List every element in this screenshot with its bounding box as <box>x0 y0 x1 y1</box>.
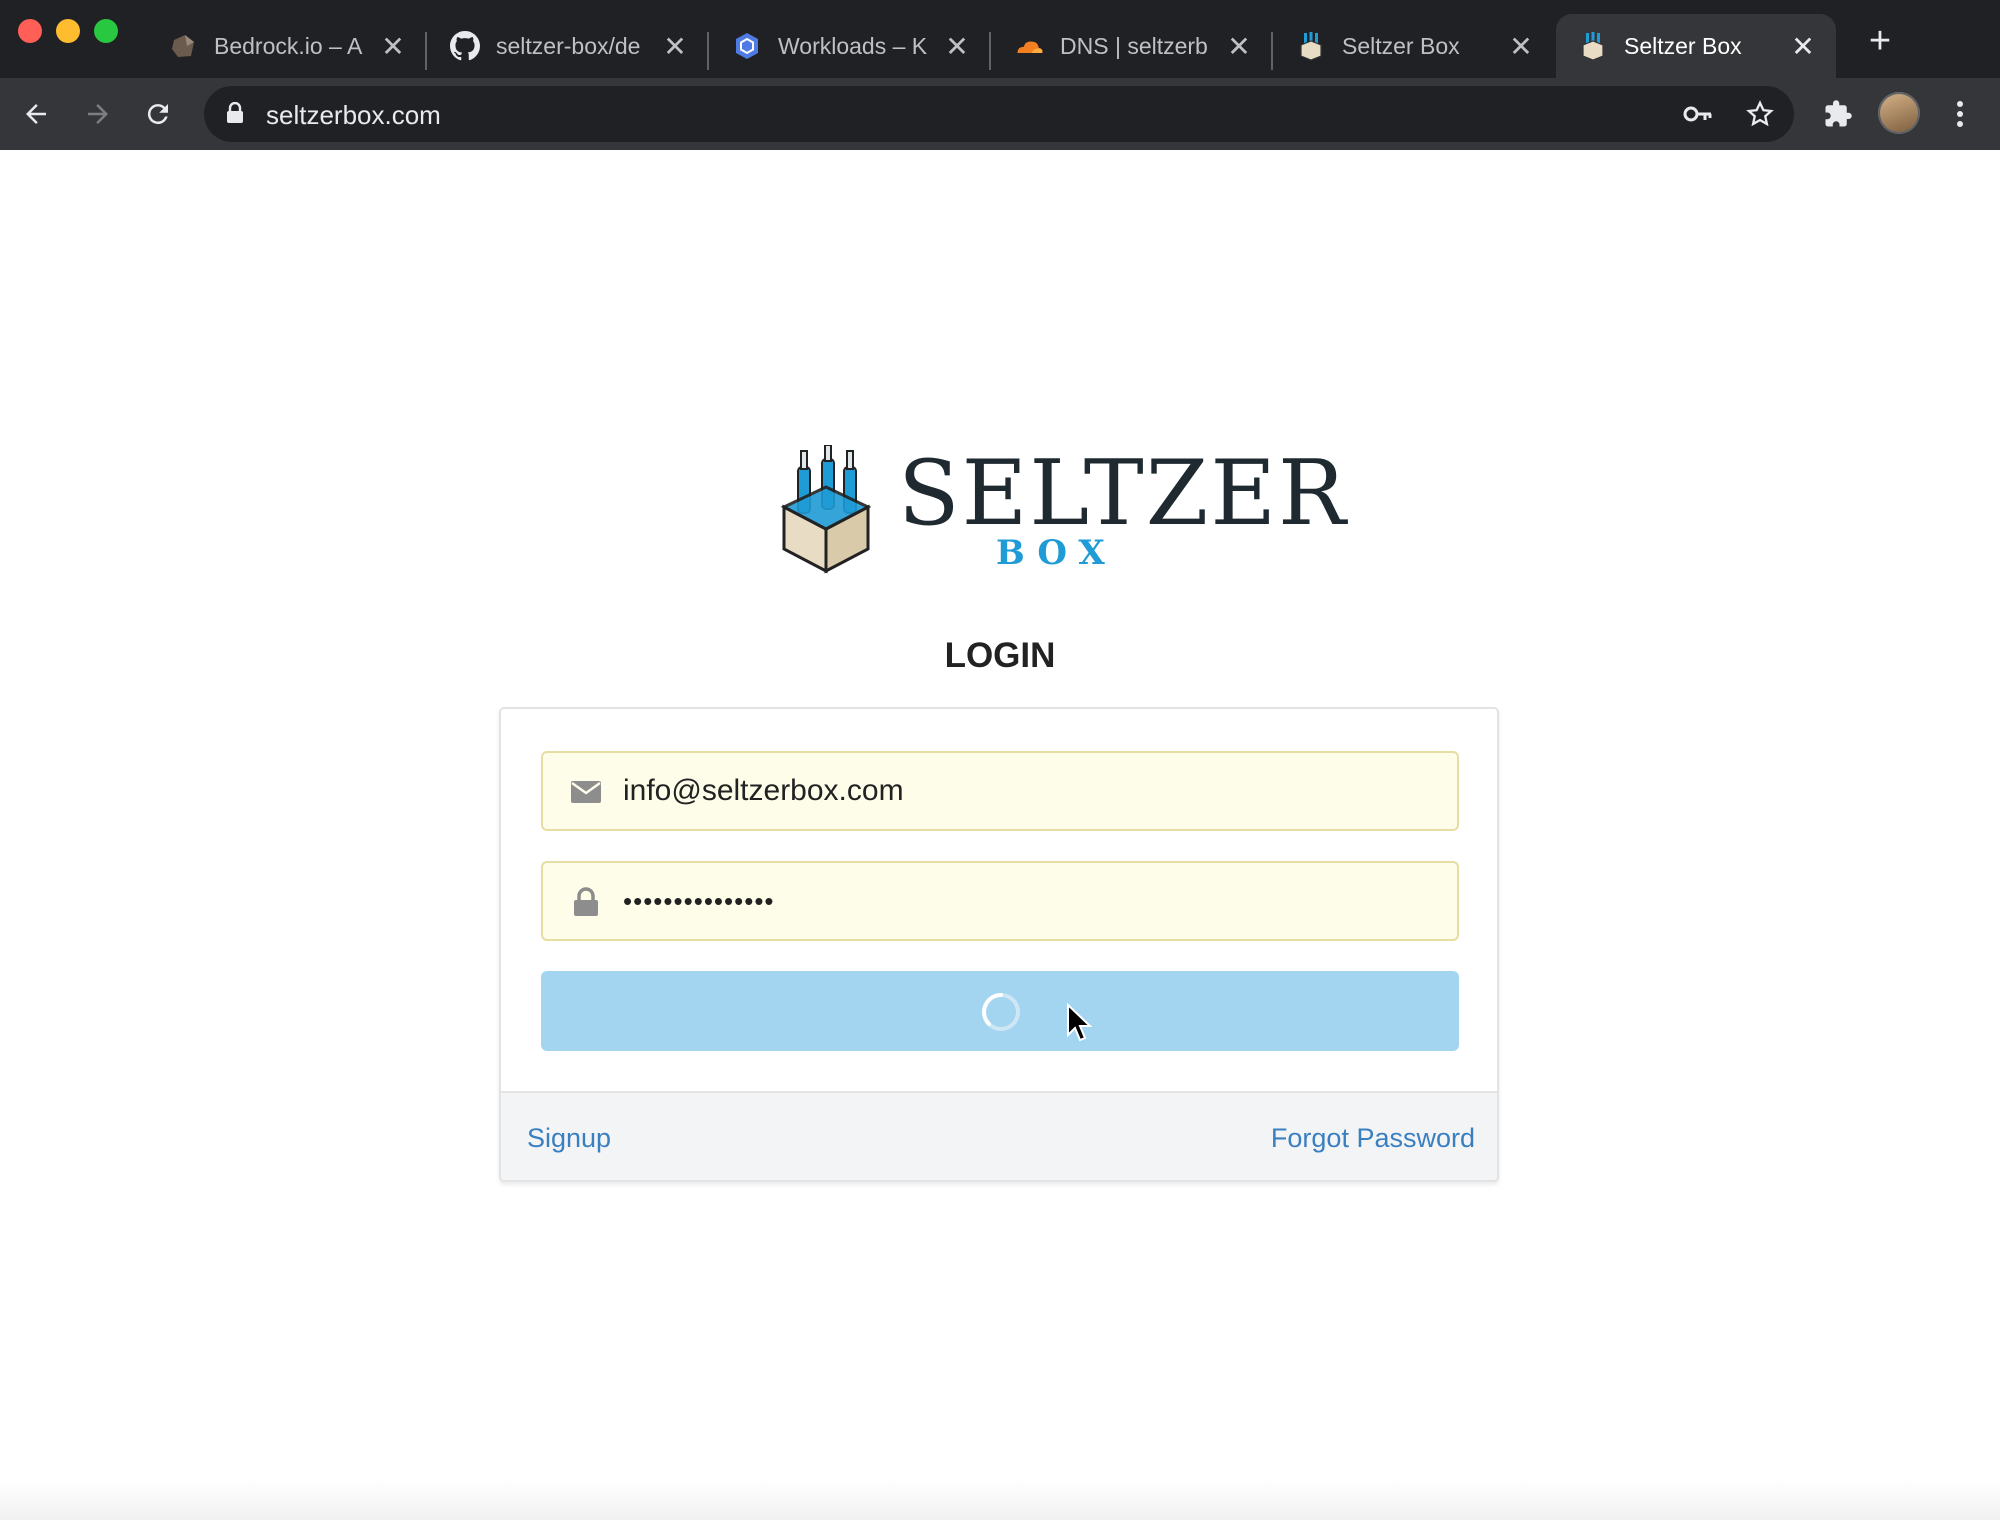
back-icon[interactable] <box>14 92 58 136</box>
tab-title: Bedrock.io – A <box>214 32 363 59</box>
page-title: LOGIN <box>944 636 1056 675</box>
signup-link[interactable]: Signup <box>527 1123 611 1154</box>
tab-close-icon[interactable]: ✕ <box>1506 30 1536 63</box>
bedrock-rock-icon <box>168 31 198 61</box>
github-icon <box>450 31 480 61</box>
mouse-cursor-icon <box>1067 1003 1092 1042</box>
forward-icon[interactable] <box>76 92 120 136</box>
window-zoom-button[interactable] <box>94 19 118 43</box>
tab-close-icon[interactable]: ✕ <box>942 30 972 63</box>
window-close-button[interactable] <box>18 19 42 43</box>
seltzer-box-icon <box>1296 31 1326 61</box>
tab-separator <box>989 32 991 70</box>
lock-icon <box>226 101 244 129</box>
cloudflare-icon <box>1014 31 1044 61</box>
browser-tab[interactable]: Workloads – K ✕ <box>710 14 991 78</box>
logo-subtext: BOX <box>996 533 1117 573</box>
tab-close-icon[interactable]: ✕ <box>1224 30 1254 63</box>
padlock-icon <box>569 885 603 919</box>
address-bar[interactable]: seltzerbox.com <box>204 86 1794 142</box>
tab-title: DNS | seltzerb <box>1060 32 1208 59</box>
star-icon[interactable] <box>1744 98 1776 130</box>
browser-toolbar: seltzerbox.com <box>0 78 2000 150</box>
browser-tab-bar: Bedrock.io – A ✕ seltzer-box/de ✕ Worklo… <box>0 0 2000 78</box>
login-card: Signup Forgot Password <box>499 707 1499 1182</box>
tab-title: seltzer-box/de <box>496 32 641 59</box>
profile-avatar[interactable] <box>1878 92 1920 134</box>
more-menu-icon[interactable] <box>1938 92 1982 136</box>
key-icon[interactable] <box>1682 98 1714 130</box>
new-tab-button[interactable]: + <box>1862 22 1898 60</box>
tab-close-icon[interactable]: ✕ <box>660 30 690 63</box>
window-minimize-button[interactable] <box>56 19 80 43</box>
seltzer-box-logo: SELTZER BOX <box>778 444 1346 575</box>
url-text: seltzerbox.com <box>266 100 441 130</box>
tab-close-icon[interactable]: ✕ <box>1788 30 1818 63</box>
password-field[interactable] <box>623 863 1443 939</box>
browser-tab[interactable]: Seltzer Box ✕ <box>1274 14 1554 78</box>
browser-tab-active[interactable]: Seltzer Box ✕ <box>1556 14 1836 78</box>
login-submit-button[interactable] <box>541 971 1459 1051</box>
tab-title: Seltzer Box <box>1342 32 1460 59</box>
kubernetes-icon <box>732 31 762 61</box>
extensions-icon[interactable] <box>1816 92 1860 136</box>
reload-icon[interactable] <box>136 92 180 136</box>
seltzer-box-logo-icon <box>780 444 872 574</box>
tab-separator <box>425 32 427 70</box>
tab-separator <box>1271 32 1273 70</box>
envelope-icon <box>569 775 603 809</box>
tab-title: Seltzer Box <box>1624 32 1742 59</box>
loading-spinner-icon <box>982 993 1020 1031</box>
seltzer-box-icon <box>1578 31 1608 61</box>
logo-wordmark: SELTZER <box>898 441 1348 546</box>
browser-tab[interactable]: Bedrock.io – A ✕ <box>146 14 427 78</box>
page-bottom-shadow <box>0 1480 2000 1520</box>
tab-separator <box>707 32 709 70</box>
browser-tab[interactable]: DNS | seltzerb ✕ <box>992 14 1273 78</box>
email-field[interactable] <box>623 753 1443 829</box>
login-card-footer: Signup Forgot Password <box>501 1091 1497 1180</box>
tab-title: Workloads – K <box>778 32 928 59</box>
forgot-password-link[interactable]: Forgot Password <box>1271 1123 1475 1154</box>
browser-tab[interactable]: seltzer-box/de ✕ <box>428 14 709 78</box>
tab-close-icon[interactable]: ✕ <box>378 30 408 63</box>
email-field-wrapper <box>541 751 1459 831</box>
password-field-wrapper <box>541 861 1459 941</box>
